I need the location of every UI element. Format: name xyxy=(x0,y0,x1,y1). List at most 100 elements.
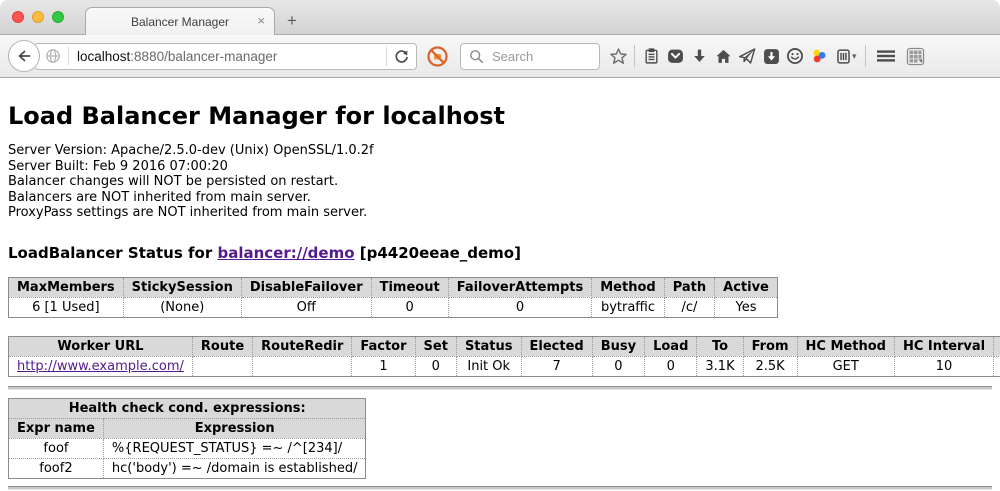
pocket-button[interactable] xyxy=(663,42,687,70)
server-version-line: Server Version: Apache/2.5.0-dev (Unix) … xyxy=(8,143,992,159)
toolbar-separator xyxy=(634,45,635,67)
expr-name-cell: foof2 xyxy=(9,458,104,478)
flashblock-button[interactable] xyxy=(426,45,449,68)
disablefailover-cell: Off xyxy=(241,297,371,317)
to-cell: 3.1K xyxy=(697,356,743,376)
route-cell xyxy=(192,356,252,376)
menu-hamburger-button[interactable] xyxy=(874,42,898,70)
page-bottom-divider xyxy=(8,486,992,490)
table-header-row: MaxMembers StickySession DisableFailover… xyxy=(9,277,778,297)
page-content: Load Balancer Manager for localhost Serv… xyxy=(0,102,1000,490)
zoom-window-button[interactable] xyxy=(52,11,64,23)
set-cell: 0 xyxy=(415,356,456,376)
balancer-demo-link[interactable]: balancer://demo xyxy=(217,244,354,262)
column-header: Timeout xyxy=(371,277,448,297)
traffic-lights xyxy=(12,11,64,23)
hc-interval-cell: 10 xyxy=(894,356,993,376)
column-header: DisableFailover xyxy=(241,277,371,297)
globe-icon xyxy=(45,47,69,65)
from-cell: 2.5K xyxy=(743,356,797,376)
health-check-table-title: Health check cond. expressions: xyxy=(9,398,366,418)
content-blocked-icon xyxy=(426,45,449,68)
new-tab-button[interactable]: + xyxy=(277,8,307,34)
column-header: Active xyxy=(715,277,778,297)
column-header: Method xyxy=(592,277,664,297)
column-header: Elected xyxy=(521,336,592,356)
tab-strip: Balancer Manager × + xyxy=(0,0,1000,35)
home-button[interactable] xyxy=(711,42,735,70)
reload-button[interactable] xyxy=(393,48,410,65)
column-header: HC Method xyxy=(797,336,894,356)
url-host: localhost xyxy=(77,49,130,64)
active-cell: Yes xyxy=(715,297,778,317)
expression-cell: hc('body') =~ /domain is established/ xyxy=(103,458,366,478)
column-header: From xyxy=(743,336,797,356)
table-row: http://www.example.com/ 1 0 Init Ok 7 0 … xyxy=(9,356,1000,376)
elected-cell: 7 xyxy=(521,356,592,376)
chat-smiley-button[interactable] xyxy=(783,42,807,70)
table-row: foof %{REQUEST_STATUS} =~ /^[234]/ xyxy=(9,438,366,458)
search-bar[interactable] xyxy=(460,43,600,70)
navigation-toolbar: localhost:8880/balancer-manager xyxy=(0,35,1000,78)
timeout-cell: 0 xyxy=(371,297,448,317)
table-row: 6 [1 Used] (None) Off 0 0 bytraffic /c/ … xyxy=(9,297,778,317)
column-header: To xyxy=(697,336,743,356)
url-bar[interactable]: localhost:8880/balancer-manager xyxy=(34,43,417,70)
downloads-button[interactable] xyxy=(687,42,711,70)
proxypass-notice-line: ProxyPass settings are NOT inherited fro… xyxy=(8,205,992,221)
server-built-line: Server Built: Feb 9 2016 07:00:20 xyxy=(8,159,992,175)
inherit-notice-line: Balancers are NOT inherited from main se… xyxy=(8,190,992,206)
column-header: MaxMembers xyxy=(9,277,124,297)
loadbalancer-status-heading: LoadBalancer Status for balancer://demo … xyxy=(8,244,992,262)
column-header: Route xyxy=(192,336,252,356)
tab-close-icon[interactable]: × xyxy=(257,14,265,27)
worker-url-cell: http://www.example.com/ xyxy=(9,356,193,376)
tab-title: Balancer Manager xyxy=(131,15,229,29)
status-heading-suffix: [p4420eeae_demo] xyxy=(355,244,521,262)
table-header-row: Worker URL Route RouteRedir Factor Set S… xyxy=(9,336,1000,356)
worker-url-link[interactable]: http://www.example.com/ xyxy=(17,359,184,374)
failoverattempts-cell: 0 xyxy=(448,297,592,317)
send-tab-button[interactable] xyxy=(735,42,759,70)
table-row: foof2 hc('body') =~ /domain is establish… xyxy=(9,458,366,478)
table-title-row: Health check cond. expressions: xyxy=(9,398,366,418)
url-path: :8880/balancer-manager xyxy=(130,49,277,64)
column-header: Passes xyxy=(994,336,1000,356)
health-check-table: Health check cond. expressions: Expr nam… xyxy=(8,398,366,479)
stickysession-cell: (None) xyxy=(123,297,241,317)
search-input[interactable] xyxy=(490,48,593,65)
url-text[interactable]: localhost:8880/balancer-manager xyxy=(77,49,277,64)
passes-cell: 1 (0) xyxy=(994,356,1000,376)
column-header: StickySession xyxy=(123,277,241,297)
tab-balancer-manager[interactable]: Balancer Manager × xyxy=(85,7,275,35)
back-arrow-icon xyxy=(16,48,32,64)
path-cell: /c/ xyxy=(664,297,714,317)
clipboard-button[interactable] xyxy=(639,42,663,70)
column-header: RouteRedir xyxy=(253,336,352,356)
back-button[interactable] xyxy=(8,40,40,72)
hc-method-cell: GET xyxy=(797,356,894,376)
factor-cell: 1 xyxy=(352,356,415,376)
page-title: Load Balancer Manager for localhost xyxy=(8,102,992,130)
close-window-button[interactable] xyxy=(12,11,24,23)
browser-window: Balancer Manager × + localhost:8880/bala… xyxy=(0,0,1000,491)
table-header-row: Expr name Expression xyxy=(9,418,366,438)
download-helper-button[interactable] xyxy=(759,42,783,70)
chevron-down-icon[interactable]: ▾ xyxy=(852,51,857,62)
maxmembers-cell: 6 [1 Used] xyxy=(9,297,124,317)
tiles-extension-button[interactable] xyxy=(904,42,928,70)
load-cell: 0 xyxy=(645,356,697,376)
persist-notice-line: Balancer changes will NOT be persisted o… xyxy=(8,174,992,190)
bookmark-star-button[interactable] xyxy=(606,42,630,70)
section-divider xyxy=(8,386,992,390)
colored-dots-extension-button[interactable] xyxy=(807,42,831,70)
balancer-summary-table: MaxMembers StickySession DisableFailover… xyxy=(8,277,778,318)
search-icon xyxy=(469,49,484,64)
expression-cell: %{REQUEST_STATUS} =~ /^[234]/ xyxy=(103,438,366,458)
column-header: Expression xyxy=(103,418,366,438)
minimize-window-button[interactable] xyxy=(32,11,44,23)
column-header: Expr name xyxy=(9,418,104,438)
worker-table: Worker URL Route RouteRedir Factor Set S… xyxy=(8,336,1000,377)
column-header: Set xyxy=(415,336,456,356)
routeredir-cell xyxy=(253,356,352,376)
